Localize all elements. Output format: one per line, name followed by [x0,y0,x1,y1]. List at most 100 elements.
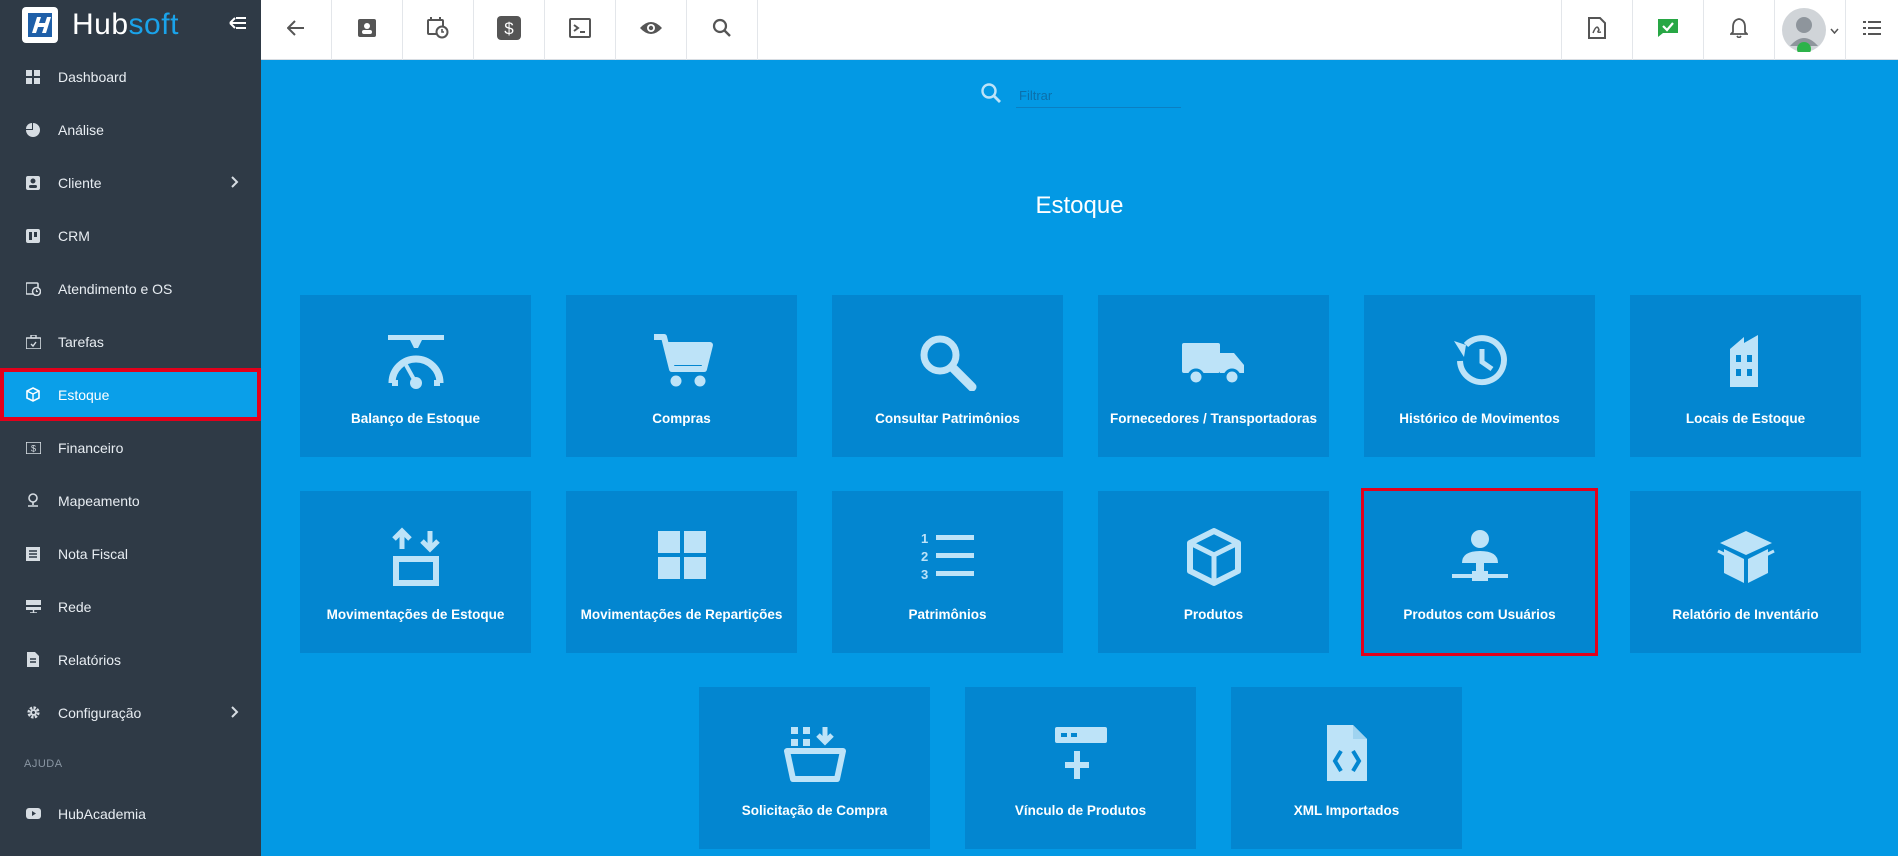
notifications-button[interactable] [1703,0,1774,60]
help-menu: HubAcademia [0,787,261,840]
sidebar-item-hubacademia[interactable]: HubAcademia [0,787,261,840]
tile-patrimonios[interactable]: 1 2 3 Patrimônios [832,491,1063,653]
contact-icon [25,175,41,191]
tile-label: Locais de Estoque [1685,411,1806,426]
sidebar-item-label: Rede [58,598,92,615]
tile-fornecedores-transportadoras[interactable]: Fornecedores / Transportadoras [1098,295,1329,457]
sidebar-item-configuracao[interactable]: Configuração [0,686,261,739]
sidebar-item-rede[interactable]: Rede [0,580,261,633]
terminal-button[interactable] [545,0,616,60]
contact-card-icon [358,18,376,42]
tile-historico-de-movimentos[interactable]: Histórico de Movimentos [1364,295,1595,457]
sidebar-item-label: Dashboard [58,68,127,85]
sidebar-item-label: Cliente [58,174,102,191]
youtube-icon [25,806,41,822]
tile-vinculo-de-produtos[interactable]: Vínculo de Produtos [965,687,1196,849]
tile-consultar-patrimonios[interactable]: Consultar Patrimônios [832,295,1063,457]
sidebar-item-cliente[interactable]: Cliente [0,156,261,209]
eye-icon [639,20,663,41]
numbered-list-icon: 1 2 3 [916,527,980,587]
tile-xml-importados[interactable]: XML Importados [1231,687,1462,849]
user-network-icon [1448,527,1512,587]
finance-button[interactable]: $ [474,0,545,60]
open-box-icon [1714,527,1778,587]
tile-locais-de-estoque[interactable]: Locais de Estoque [1630,295,1861,457]
search-icon [712,18,732,43]
brand[interactable]: Hubsoft [0,0,261,50]
grid-windows-icon [650,527,714,587]
schedule-button[interactable] [403,0,474,60]
sidebar-item-label: Estoque [58,386,110,403]
dollar-icon: $ [497,15,521,45]
filter [980,82,1181,109]
sidebar-item-mapeamento[interactable]: Mapeamento [0,474,261,527]
view-button[interactable] [616,0,687,60]
sidebar-item-analise[interactable]: Análise [0,103,261,156]
page-title: Estoque [1035,192,1124,219]
tile-solicitacao-de-compra[interactable]: Solicitação de Compra [699,687,930,849]
section-label-ajuda: AJUDA [24,758,63,770]
tile-label: Relatório de Inventário [1672,607,1819,622]
briefcase-icon [25,334,41,350]
pie-chart-icon [25,122,41,138]
tile-compras[interactable]: Compras [566,295,797,457]
sidebar-item-financeiro[interactable]: $ Financeiro [0,421,261,474]
box-icon [25,387,41,403]
avatar [1781,8,1826,56]
sidebar-item-dashboard[interactable]: Dashboard [0,50,261,103]
user-menu-button[interactable] [1774,0,1845,60]
tile-label: Balanço de Estoque [350,411,481,426]
calendar-clock-icon [427,16,449,44]
tile-label: Solicitação de Compra [741,803,888,818]
topbar: $ [261,0,1898,60]
tile-label: Produtos [1183,607,1244,622]
svg-text:2: 2 [921,549,928,564]
tile-label: Histórico de Movimentos [1399,411,1560,426]
link-plus-icon [1049,723,1113,783]
tile-label: Fornecedores / Transportadoras [1109,411,1318,426]
back-arrow-icon [286,19,305,41]
package-icon [1182,527,1246,587]
sidebar-item-label: Nota Fiscal [58,545,129,562]
tile-movimentacoes-de-estoque[interactable]: Movimentações de Estoque [300,491,531,653]
sidebar-item-atendimento[interactable]: Atendimento e OS [0,262,261,315]
back-button[interactable] [261,0,332,60]
sidebar-item-crm[interactable]: CRM [0,209,261,262]
chevron-right-icon [231,175,239,191]
hubsoft-logo-icon [22,7,58,43]
sidebar-item-tarefas[interactable]: Tarefas [0,315,261,368]
sidebar-item-label: Mapeamento [58,492,140,509]
sidebar-menu: Dashboard Análise Cliente CRM Atendiment… [0,50,261,739]
search-button[interactable] [687,0,758,60]
check-message-icon [1657,18,1679,43]
tile-label: Movimentações de Repartições [580,607,783,622]
search-icon [980,82,1002,109]
list-menu-button[interactable] [1845,0,1898,60]
tile-produtos[interactable]: Produtos [1098,491,1329,653]
tile-label: XML Importados [1293,803,1400,818]
svg-text:$: $ [504,19,514,38]
collapse-sidebar-icon[interactable] [229,14,247,37]
server-icon [25,599,41,615]
messages-button[interactable] [1632,0,1703,60]
tile-label: Patrimônios [908,607,987,622]
box-arrows-icon [384,527,448,587]
pdf-button[interactable] [1561,0,1632,60]
shopping-cart-icon [650,331,714,391]
sidebar-item-estoque[interactable]: Estoque [0,368,261,421]
building-icon [1714,331,1778,391]
report-icon [25,652,41,668]
history-icon [1448,331,1512,391]
svg-text:3: 3 [921,567,928,582]
bell-icon [1728,17,1750,43]
tile-produtos-com-usuarios[interactable]: Produtos com Usuários [1361,488,1598,656]
tile-movimentacoes-de-reparticoes[interactable]: Movimentações de Repartições [566,491,797,653]
sidebar-item-nota-fiscal[interactable]: Nota Fiscal [0,527,261,580]
tile-relatorio-de-inventario[interactable]: Relatório de Inventário [1630,491,1861,653]
sidebar-item-relatorios[interactable]: Relatórios [0,633,261,686]
contacts-button[interactable] [332,0,403,60]
sidebar-item-label: Análise [58,121,104,138]
terminal-icon [569,17,591,43]
tile-balanco-de-estoque[interactable]: Balanço de Estoque [300,295,531,457]
filter-input[interactable] [1016,83,1181,108]
